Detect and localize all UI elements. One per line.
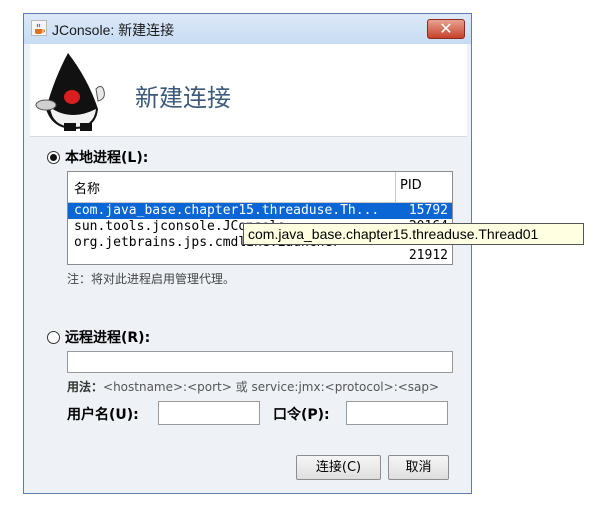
remote-process-label: 远程进程(R): bbox=[65, 330, 151, 346]
password-field[interactable] bbox=[346, 401, 448, 425]
process-name-tooltip: com.java_base.chapter15.threaduse.Thread… bbox=[243, 223, 584, 245]
column-header-name[interactable]: 名称 bbox=[74, 178, 100, 197]
agent-note: 注：将对此进程启用管理代理。 bbox=[67, 272, 236, 286]
remote-process-option[interactable]: 远程进程(R): bbox=[47, 327, 150, 347]
table-row[interactable]: 21912 bbox=[68, 248, 452, 264]
process-name: com.java_base.chapter15.threaduse.Th... bbox=[74, 203, 380, 218]
column-header-pid[interactable]: PID bbox=[400, 178, 422, 193]
close-icon: ✕ bbox=[439, 19, 453, 38]
java-cup-icon bbox=[31, 20, 47, 36]
username-field[interactable] bbox=[158, 401, 260, 425]
remote-process-radio[interactable] bbox=[47, 330, 60, 344]
new-connection-dialog: JConsole: 新建连接 ✕ 新建连接 本地进程(L): 名称 PID co… bbox=[23, 13, 472, 494]
password-label: 口令(P): bbox=[273, 407, 330, 423]
duke-mascot-icon bbox=[35, 53, 105, 131]
cancel-button[interactable]: 取消 bbox=[388, 455, 449, 480]
window-title: JConsole: 新建连接 bbox=[52, 22, 175, 38]
local-process-radio[interactable] bbox=[47, 150, 60, 164]
table-row[interactable]: com.java_base.chapter15.threaduse.Th... … bbox=[68, 203, 452, 219]
banner-title: 新建连接 bbox=[135, 84, 231, 112]
local-process-option[interactable]: 本地进程(L): bbox=[47, 147, 148, 167]
process-pid: 15792 bbox=[408, 203, 448, 218]
local-process-label: 本地进程(L): bbox=[65, 150, 149, 166]
title-bar[interactable]: JConsole: 新建连接 ✕ bbox=[24, 14, 471, 44]
close-button[interactable]: ✕ bbox=[427, 19, 465, 39]
process-table[interactable]: 名称 PID com.java_base.chapter15.threaduse… bbox=[67, 171, 453, 265]
remote-process-input[interactable] bbox=[67, 351, 453, 373]
column-divider[interactable] bbox=[395, 172, 396, 202]
usage-text: <hostname>:<port> 或 service:jmx:<protoco… bbox=[103, 380, 440, 394]
process-pid: 21912 bbox=[408, 248, 448, 263]
username-label: 用户名(U): bbox=[67, 407, 139, 423]
connect-button[interactable]: 连接(C) bbox=[296, 455, 381, 480]
remote-usage-hint: 用法：<hostname>:<port> 或 service:jmx:<prot… bbox=[67, 378, 453, 395]
dialog-content: 本地进程(L): 名称 PID com.java_base.chapter15.… bbox=[30, 137, 467, 489]
table-header: 名称 PID bbox=[68, 172, 452, 203]
dialog-banner: 新建连接 bbox=[30, 44, 467, 137]
usage-prefix: 用法： bbox=[67, 380, 104, 394]
